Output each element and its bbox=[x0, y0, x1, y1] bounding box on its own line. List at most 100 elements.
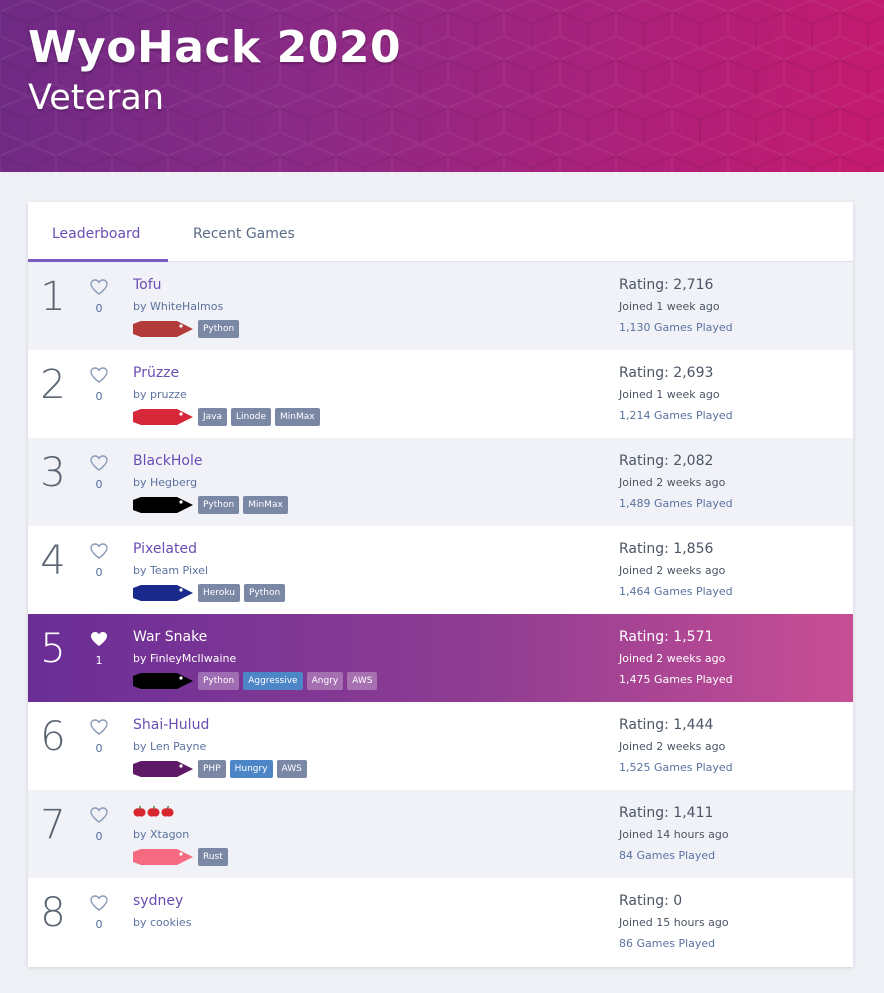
leaderboard-row[interactable]: 2 0 Prüzze by pruzze Java Linode MinMax Rating:… bbox=[28, 350, 853, 438]
rating-value: Rating: 1,411 bbox=[619, 805, 714, 821]
snake-icon bbox=[133, 321, 193, 337]
snake-icon bbox=[133, 497, 193, 513]
page-subtitle: Veteran bbox=[28, 78, 165, 118]
games-played[interactable]: 1,525 Games Played bbox=[619, 761, 733, 774]
heart-count: 0 bbox=[95, 742, 103, 755]
rank-number: 8 bbox=[40, 890, 66, 936]
rank-number: 1 bbox=[40, 274, 66, 320]
tag-badge[interactable]: Angry bbox=[306, 672, 344, 690]
snake-author[interactable]: by cookies bbox=[133, 916, 191, 929]
rank-number: 2 bbox=[40, 362, 66, 408]
tab-bar: Leaderboard Recent Games bbox=[28, 202, 853, 262]
heart-icon[interactable] bbox=[90, 543, 108, 559]
rating-value: Rating: 2,716 bbox=[619, 277, 714, 293]
tag-list: Python bbox=[198, 320, 240, 338]
heart-icon[interactable] bbox=[90, 895, 108, 911]
hero-banner: WyoHack 2020 Veteran bbox=[0, 0, 884, 172]
games-played[interactable]: 1,130 Games Played bbox=[619, 321, 733, 334]
games-played[interactable]: 84 Games Played bbox=[619, 849, 715, 862]
tag-badge[interactable]: Java bbox=[198, 408, 228, 426]
games-played[interactable]: 1,464 Games Played bbox=[619, 585, 733, 598]
tag-badge[interactable]: Rust bbox=[198, 848, 228, 866]
snake-icon bbox=[133, 673, 193, 689]
tag-badge[interactable]: Python bbox=[198, 320, 240, 338]
snake-name[interactable]: Tofu bbox=[133, 277, 162, 293]
tag-badge[interactable]: Linode bbox=[231, 408, 271, 426]
leaderboard-row[interactable]: 6 0 Shai-Hulud by Len Payne PHP Hungry AWS Rati… bbox=[28, 702, 853, 790]
tag-badge[interactable]: Heroku bbox=[198, 584, 240, 602]
rating-value: Rating: 1,444 bbox=[619, 717, 714, 733]
heart-count: 1 bbox=[95, 654, 103, 667]
tag-badge[interactable]: AWS bbox=[276, 760, 307, 778]
snake-icon bbox=[133, 761, 193, 777]
snake-icon bbox=[133, 849, 193, 865]
tag-list: Python Aggressive Angry AWS bbox=[198, 672, 378, 690]
rating-value: Rating: 0 bbox=[619, 893, 683, 909]
joined-date: Joined 1 week ago bbox=[619, 388, 720, 401]
joined-date: Joined 2 weeks ago bbox=[619, 740, 726, 753]
games-played[interactable]: 1,489 Games Played bbox=[619, 497, 733, 510]
tag-badge[interactable]: AWS bbox=[347, 672, 378, 690]
rank-number: 5 bbox=[40, 626, 66, 672]
games-played[interactable]: 86 Games Played bbox=[619, 937, 715, 950]
leaderboard-row[interactable]: 8 0 sydney by cookies Rating: 0 Joined 15 hou… bbox=[28, 878, 853, 966]
tab-recent-games[interactable]: Recent Games bbox=[193, 226, 295, 242]
tag-badge[interactable]: Python bbox=[243, 584, 286, 602]
tag-badge[interactable]: PHP bbox=[198, 760, 226, 778]
games-played[interactable]: 1,475 Games Played bbox=[619, 673, 733, 686]
leaderboard-card: Leaderboard Recent Games 1 0 Tofu by WhiteH… bbox=[28, 202, 853, 967]
heart-icon[interactable] bbox=[90, 631, 108, 647]
heart-count: 0 bbox=[95, 302, 103, 315]
snake-author[interactable]: by Hegberg bbox=[133, 476, 197, 489]
heart-icon[interactable] bbox=[90, 455, 108, 471]
joined-date: Joined 15 hours ago bbox=[619, 916, 729, 929]
snake-author[interactable]: by FinleyMcIlwaine bbox=[133, 652, 236, 665]
snake-author[interactable]: by pruzze bbox=[133, 388, 187, 401]
rank-number: 4 bbox=[40, 538, 66, 584]
heart-icon[interactable] bbox=[90, 719, 108, 735]
leaderboard-row[interactable]: 1 0 Tofu by WhiteHalmos Python Rating: 2,716 J… bbox=[28, 262, 853, 350]
joined-date: Joined 1 week ago bbox=[619, 300, 720, 313]
tag-badge[interactable]: Python bbox=[198, 672, 240, 690]
heart-icon[interactable] bbox=[90, 807, 108, 823]
tag-badge[interactable]: MinMax bbox=[275, 408, 320, 426]
tag-badge[interactable]: Hungry bbox=[229, 760, 273, 778]
snake-author[interactable]: by WhiteHalmos bbox=[133, 300, 223, 313]
snake-name[interactable]: BlackHole bbox=[133, 453, 202, 469]
rating-value: Rating: 1,856 bbox=[619, 541, 714, 557]
snake-author[interactable]: by Xtagon bbox=[133, 828, 189, 841]
tag-list: Python MinMax bbox=[198, 496, 288, 514]
leaderboard-row[interactable]: 3 0 BlackHole by Hegberg Python MinMax Rating:… bbox=[28, 438, 853, 526]
joined-date: Joined 14 hours ago bbox=[619, 828, 729, 841]
leaderboard-row[interactable]: 7 0 🍎🍎🍎 by Xtagon Rust Rating: 1,411 Joined 14… bbox=[28, 790, 853, 878]
snake-name[interactable]: Prüzze bbox=[133, 365, 179, 381]
leaderboard-row[interactable]: 5 1 War Snake by FinleyMcIlwaine Python Aggre… bbox=[28, 614, 853, 702]
heart-count: 0 bbox=[95, 478, 103, 491]
apple-icon bbox=[161, 805, 174, 817]
heart-icon[interactable] bbox=[90, 279, 108, 295]
snake-author[interactable]: by Team Pixel bbox=[133, 564, 208, 577]
games-played[interactable]: 1,214 Games Played bbox=[619, 409, 733, 422]
leaderboard-row[interactable]: 4 0 Pixelated by Team Pixel Heroku Python Rati… bbox=[28, 526, 853, 614]
leaderboard-list: 1 0 Tofu by WhiteHalmos Python Rating: 2,716 J… bbox=[28, 262, 853, 966]
tag-badge[interactable]: Python bbox=[198, 496, 240, 514]
snake-name[interactable]: 🍎🍎🍎 bbox=[133, 805, 174, 818]
tag-list: Heroku Python bbox=[198, 584, 286, 602]
snake-name[interactable]: sydney bbox=[133, 893, 183, 909]
heart-count: 0 bbox=[95, 830, 103, 843]
tab-leaderboard[interactable]: Leaderboard bbox=[52, 226, 140, 242]
tag-badge[interactable]: MinMax bbox=[243, 496, 288, 514]
rating-value: Rating: 2,693 bbox=[619, 365, 714, 381]
snake-icon bbox=[133, 409, 193, 425]
heart-count: 0 bbox=[95, 390, 103, 403]
snake-name[interactable]: War Snake bbox=[133, 629, 207, 645]
snake-name[interactable]: Pixelated bbox=[133, 541, 197, 557]
snake-name[interactable]: Shai-Hulud bbox=[133, 717, 209, 733]
heart-count: 0 bbox=[95, 918, 103, 931]
tag-badge[interactable]: Aggressive bbox=[243, 672, 303, 690]
page-title: WyoHack 2020 bbox=[28, 22, 402, 73]
rating-value: Rating: 1,571 bbox=[619, 629, 714, 645]
snake-author[interactable]: by Len Payne bbox=[133, 740, 206, 753]
heart-count: 0 bbox=[95, 566, 103, 579]
heart-icon[interactable] bbox=[90, 367, 108, 383]
